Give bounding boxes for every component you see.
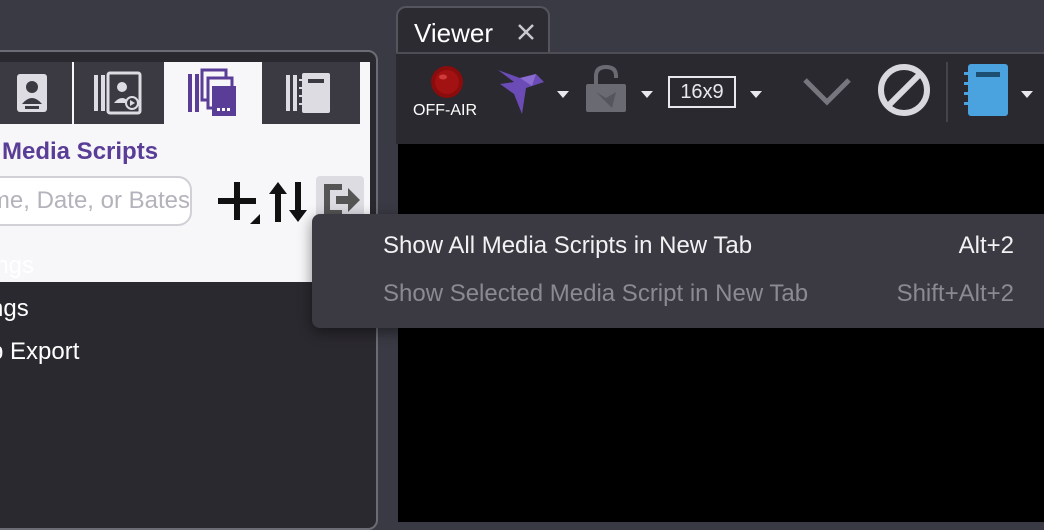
list-item[interactable]: p Export [0, 338, 79, 366]
video-card-icon [94, 71, 142, 115]
menu-item-shortcut: Alt+2 [958, 232, 1014, 259]
panel-title: Media Scripts [2, 138, 159, 165]
check-icon[interactable] [802, 74, 852, 106]
list-item[interactable]: ings [0, 252, 34, 280]
menu-item-shortcut: Shift+Alt+2 [896, 280, 1014, 307]
panel-gutter [378, 144, 398, 522]
offair-indicator-icon[interactable] [429, 64, 465, 100]
viewer-screen[interactable] [398, 144, 1044, 522]
chevron-down-icon[interactable] [641, 91, 653, 98]
chevron-down-icon[interactable] [1021, 91, 1033, 98]
add-button[interactable] [214, 178, 262, 226]
tab-media-scripts[interactable] [166, 62, 260, 124]
close-icon[interactable] [516, 22, 536, 42]
notebook-icon [286, 73, 330, 113]
person-card-icon [17, 74, 47, 112]
search-input[interactable] [0, 178, 190, 224]
aspect-ratio-button[interactable]: 16x9 [668, 76, 736, 108]
media-scripts-icon [188, 68, 236, 116]
list-item[interactable]: ngs [0, 295, 29, 323]
unlock-icon[interactable] [584, 64, 628, 114]
chevron-down-icon[interactable] [557, 91, 569, 98]
tab-media[interactable] [74, 62, 164, 124]
sort-button[interactable] [266, 178, 312, 226]
toolbar-divider [946, 62, 948, 122]
menu-item-label: Show Selected Media Script in New Tab [383, 280, 809, 307]
tab-notebook[interactable] [262, 62, 360, 124]
offair-label: OFF-AIR [413, 102, 477, 119]
bird-icon[interactable] [496, 64, 550, 118]
menu-item-show-selected-script: Show Selected Media Script in New Tab Sh… [312, 272, 1032, 320]
tab-witnesses[interactable] [0, 62, 72, 124]
tab-viewer[interactable]: Viewer [396, 6, 550, 54]
notebook-icon[interactable] [962, 62, 1012, 118]
block-icon[interactable] [876, 62, 932, 118]
menu-item-label: Show All Media Scripts in New Tab [383, 232, 753, 259]
viewer-tab-label: Viewer [414, 18, 494, 48]
search-box[interactable] [0, 176, 192, 226]
context-menu: Show All Media Scripts in New Tab Alt+2 … [312, 214, 1044, 328]
chevron-down-icon[interactable] [750, 91, 762, 98]
menu-item-show-all-scripts[interactable]: Show All Media Scripts in New Tab Alt+2 [312, 224, 1032, 272]
